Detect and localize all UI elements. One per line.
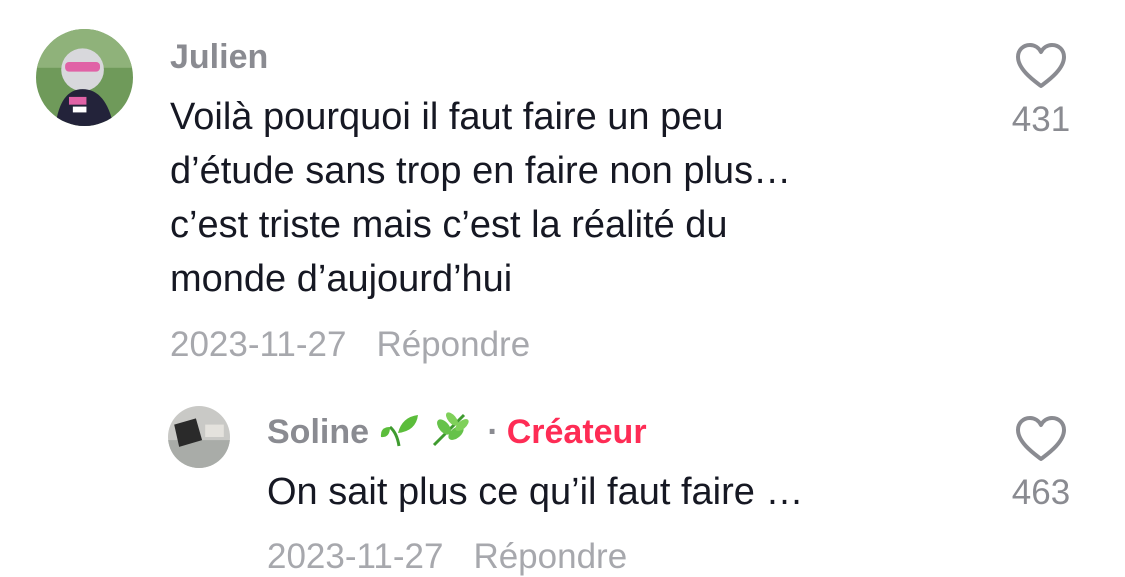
like-count: 463 — [1011, 473, 1071, 512]
seedling-emoji — [378, 413, 420, 456]
separator-dot: · — [487, 413, 499, 451]
like-button[interactable]: 463 — [996, 415, 1086, 513]
herb-emoji — [430, 411, 470, 456]
comment-meta: 2023-11-27 Répondre — [170, 325, 530, 365]
avatar-image — [168, 406, 230, 468]
heart-outline-icon — [1016, 416, 1066, 461]
heart-outline-icon — [1016, 43, 1066, 88]
like-count: 431 — [1011, 100, 1071, 139]
reply-button[interactable]: Répondre — [473, 537, 627, 576]
avatar-image — [36, 29, 133, 126]
comment-date: 2023-11-27 — [170, 325, 347, 364]
avatar[interactable] — [168, 406, 230, 468]
comment-date: 2023-11-27 — [267, 537, 444, 576]
avatar[interactable] — [36, 29, 133, 126]
comment-meta: 2023-11-27 Répondre — [267, 537, 627, 577]
like-button[interactable]: 431 — [996, 42, 1086, 140]
comment-author[interactable]: Soline — [267, 413, 369, 451]
creator-badge: Créateur — [506, 413, 647, 451]
comment-author-line: Soline · Créateur — [267, 411, 647, 456]
comment-author[interactable]: Julien — [170, 38, 268, 77]
comment-text: On sait plus ce qu’il faut faire … — [267, 471, 804, 513]
reply-button[interactable]: Répondre — [376, 325, 530, 364]
comment-text: Voilà pourquoi il faut faire un peu d’ét… — [170, 96, 792, 300]
